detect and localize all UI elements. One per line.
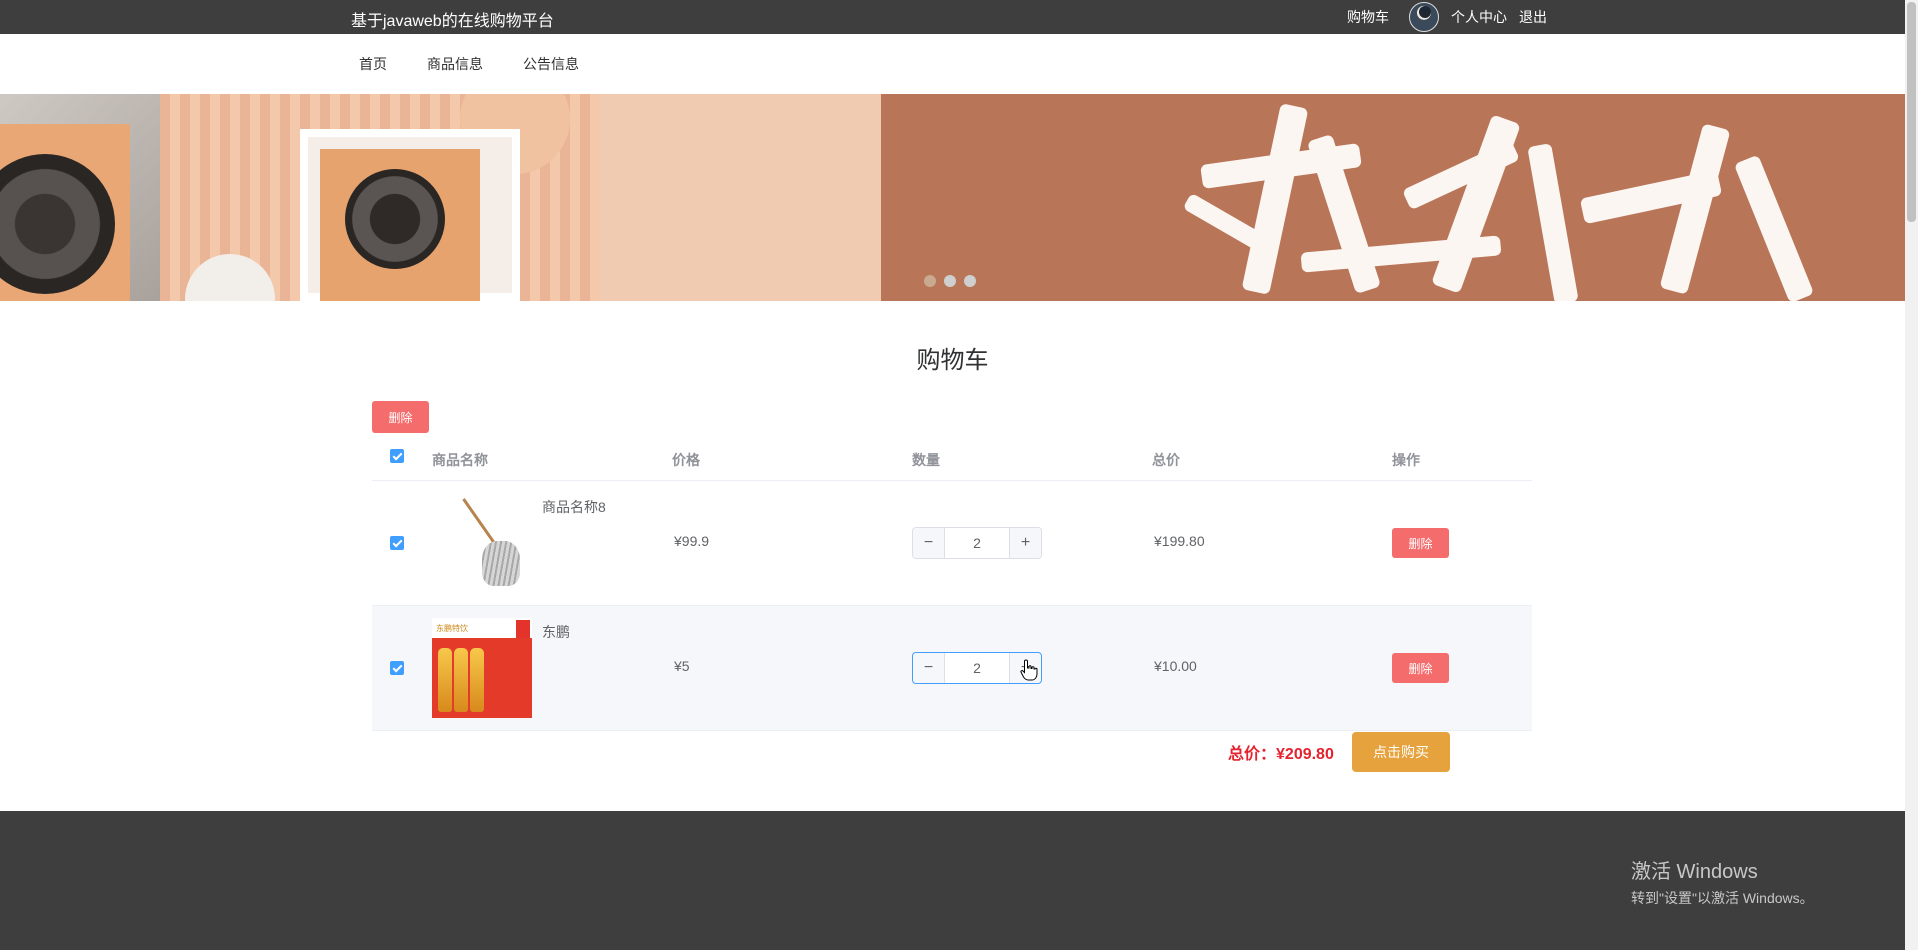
nav-item-notices[interactable]: 公告信息 [523,54,579,74]
profile-link[interactable]: 个人中心 [1451,7,1507,27]
product-name: 东鹏 [542,624,570,640]
watermark-line1: 激活 Windows [1631,861,1758,883]
table-row: 商品名称8 ¥99.9 − 2 + ¥199.80 删除 [372,481,1532,606]
carousel-dot[interactable] [924,275,936,287]
nav-item-home[interactable]: 首页 [359,54,387,74]
row-delete-button[interactable]: 删除 [1392,653,1449,683]
product-price: ¥5 [674,658,690,674]
banner-image-speakers [0,94,881,301]
top-bar: 基于javaweb的在线购物平台 购物车 个人中心 退出 [0,0,1905,34]
product-image-mop [432,493,532,593]
increase-button[interactable]: + [1009,528,1041,558]
summary-value: ¥209.80 [1276,746,1334,763]
row-checkbox[interactable] [390,661,404,675]
quantity-input[interactable]: 2 [945,653,1009,683]
decrease-button[interactable]: − [913,528,945,558]
watermark-line2: 转到"设置"以激活 Windows。 [1631,890,1814,906]
quantity-stepper: − 2 + [912,527,1042,559]
main-nav: 首页 商品信息 公告信息 [0,34,1905,94]
delete-selected-button[interactable]: 删除 [372,401,429,433]
carousel-indicators [924,275,976,287]
col-header-action: 操作 [1392,452,1420,468]
cart-table: 商品名称 价格 数量 总价 操作 商品名称8 ¥99.9 − 2 + ¥199.… [372,441,1532,731]
banner-carousel[interactable] [0,94,1905,301]
quantity-input[interactable]: 2 [945,528,1009,558]
site-title: 基于javaweb的在线购物平台 [351,13,554,30]
avatar[interactable] [1409,2,1439,32]
summary-label: 总价： [1228,746,1277,763]
table-header: 商品名称 价格 数量 总价 操作 [372,441,1532,481]
top-nav: 购物车 个人中心 退出 [1347,0,1547,34]
col-header-price: 价格 [672,452,700,468]
windows-activation-watermark: 激活 Windows 转到"设置"以激活 Windows。 [1631,855,1814,908]
banner-image-calligraphy [881,94,1905,301]
row-total: ¥10.00 [1154,658,1197,674]
top-cart-link[interactable]: 购物车 [1347,7,1389,27]
product-price: ¥99.9 [674,533,710,549]
scrollbar[interactable] [1905,0,1918,950]
carousel-dot[interactable] [944,275,956,287]
decrease-button[interactable]: − [913,653,945,683]
product-name: 商品名称8 [542,499,606,515]
cart-title: 购物车 [916,347,989,374]
row-delete-button[interactable]: 删除 [1392,528,1449,558]
nav-item-products[interactable]: 商品信息 [427,54,483,74]
logout-link[interactable]: 退出 [1519,7,1547,27]
row-total: ¥199.80 [1154,533,1205,549]
buy-button[interactable]: 点击购买 [1352,732,1450,772]
footer [0,811,1905,950]
scrollbar-thumb[interactable] [1907,2,1916,222]
cart-summary: 总价：¥209.80 [1228,740,1334,764]
row-checkbox[interactable] [390,536,404,550]
col-header-quantity: 数量 [912,452,940,468]
product-image-drink: 东鹏特饮 [432,618,532,718]
col-header-total: 总价 [1152,452,1180,468]
table-row: 东鹏特饮 东鹏 ¥5 − 2 + ¥10.00 删除 [372,606,1532,731]
carousel-dot[interactable] [964,275,976,287]
col-header-name: 商品名称 [432,452,488,468]
hand-cursor-icon [1020,659,1038,681]
select-all-checkbox[interactable] [390,449,404,463]
